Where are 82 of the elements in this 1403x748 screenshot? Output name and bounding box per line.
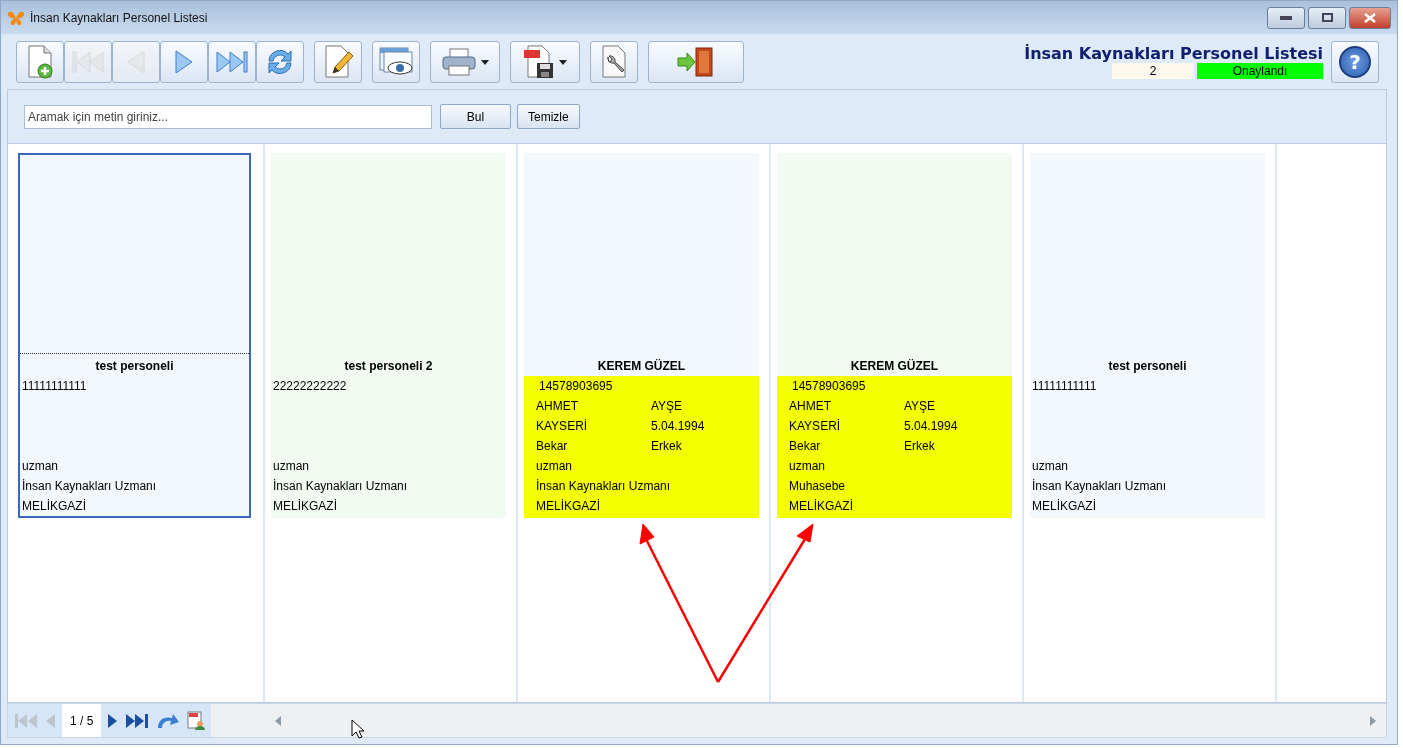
page-title: İnsan Kaynakları Personel Listesi <box>1024 44 1323 63</box>
minimize-icon <box>1280 15 1292 20</box>
document-wrench-icon <box>600 44 628 79</box>
document-wrench-button[interactable] <box>590 40 638 83</box>
role-text: uzman <box>273 458 310 475</box>
birth-place: KAYSERİ <box>789 418 842 435</box>
record-count: 2 <box>1112 63 1194 79</box>
cv-document-icon[interactable] <box>187 710 206 731</box>
person-name: KEREM GÜZEL <box>596 358 687 375</box>
document-add-button[interactable] <box>16 40 64 83</box>
clear-button[interactable]: Temizle <box>517 104 580 129</box>
pdf-save-icon <box>523 44 555 79</box>
birth-date: 5.04.1994 <box>651 418 705 435</box>
refresh-button[interactable] <box>256 40 304 83</box>
person-name: test personeli <box>94 358 175 375</box>
next-icon <box>173 48 195 75</box>
role-text: uzman <box>789 458 826 475</box>
role-text: uzman <box>1032 458 1069 475</box>
district-text: MELİKGAZİ <box>1032 498 1096 515</box>
printer-button[interactable] <box>430 40 500 83</box>
id-number: 14578903695 <box>539 378 613 395</box>
printer-icon <box>441 46 477 77</box>
marital-status: Bekar <box>789 438 822 455</box>
personnel-card[interactable]: test personeli 11111111111 uzman İnsan Kaynakları Uzmanı MELİKGAZİ <box>18 153 251 518</box>
page-indicator: 1 / 5 <box>62 704 102 737</box>
position-text: İnsan Kaynakları Uzmanı <box>273 478 408 495</box>
personnel-card[interactable]: KEREM GÜZEL 14578903695 AHMET AYŞE KAYSERİ 5.04.1994 Bekar Erkek uzman Muhasebe MELİKGAZİ <box>777 153 1012 518</box>
father-name: AHMET <box>789 398 832 415</box>
gender: Erkek <box>904 438 935 455</box>
id-number: 22222222222 <box>273 378 347 395</box>
maximize-icon <box>1321 13 1333 22</box>
maximize-button[interactable] <box>1308 6 1346 29</box>
district-text: MELİKGAZİ <box>273 498 337 515</box>
role-text: uzman <box>22 458 59 475</box>
person-name: test personeli <box>1107 358 1188 375</box>
position-text: İnsan Kaynakları Uzmanı <box>1032 478 1167 495</box>
next-button[interactable] <box>160 40 208 83</box>
previous-icon <box>125 48 147 75</box>
position-text: İnsan Kaynakları Uzmanı <box>536 478 671 495</box>
district-text: MELİKGAZİ <box>22 498 86 515</box>
window-eye-icon <box>378 45 414 78</box>
gender: Erkek <box>651 438 682 455</box>
position-text: İnsan Kaynakları Uzmanı <box>22 478 157 495</box>
exit-door-button[interactable] <box>648 40 744 83</box>
person-name: KEREM GÜZEL <box>849 358 940 375</box>
document-add-icon <box>26 44 54 79</box>
person-name: test personeli 2 <box>343 358 434 375</box>
pdf-save-button[interactable] <box>510 40 580 83</box>
butterfly-icon <box>7 9 25 26</box>
marital-status: Bekar <box>536 438 569 455</box>
close-icon <box>1364 12 1376 23</box>
district-text: MELİKGAZİ <box>789 498 853 515</box>
id-number: 11111111111 <box>1032 378 1097 395</box>
mouse-cursor-icon <box>351 719 366 739</box>
mother-name: AYŞE <box>904 398 936 415</box>
position-text: Muhasebe <box>789 478 846 495</box>
personnel-card[interactable]: KEREM GÜZEL 14578903695 AHMET AYŞE KAYSERİ 5.04.1994 Bekar Erkek uzman İnsan Kaynakları Uzmanı MELİKGAZİ <box>524 153 759 518</box>
mother-name: AYŞE <box>651 398 683 415</box>
status-label: Onaylandı <box>1197 63 1323 79</box>
window-eye-button[interactable] <box>372 40 420 83</box>
birth-date: 5.04.1994 <box>904 418 958 435</box>
minimize-button[interactable] <box>1267 6 1305 29</box>
district-text: MELİKGAZİ <box>536 498 600 515</box>
first-icon <box>71 49 105 74</box>
role-text: uzman <box>536 458 573 475</box>
last-icon <box>215 49 249 74</box>
id-number: 14578903695 <box>792 378 866 395</box>
document-pencil-icon <box>323 44 353 79</box>
birth-place: KAYSERİ <box>536 418 589 435</box>
scroll-right-icon[interactable] <box>1370 715 1376 726</box>
close-button[interactable] <box>1349 6 1391 29</box>
last-button[interactable] <box>208 40 256 83</box>
document-pencil-button[interactable] <box>314 40 362 83</box>
id-number: 11111111111 <box>22 378 87 395</box>
personnel-card[interactable]: test personeli 2 22222222222 uzman İnsan Kaynakları Uzmanı MELİKGAZİ <box>271 153 506 518</box>
find-button[interactable]: Bul <box>440 104 511 129</box>
last-icon[interactable] <box>125 712 150 729</box>
father-name: AHMET <box>536 398 579 415</box>
window-title: İnsan Kaynakları Personel Listesi <box>30 10 209 25</box>
search-field[interactable]: Aramak için metin giriniz... <box>24 104 432 129</box>
personnel-card[interactable]: test personeli 11111111111 uzman İnsan Kaynakları Uzmanı MELİKGAZİ <box>1030 153 1265 518</box>
scroll-left-icon[interactable] <box>275 715 282 726</box>
